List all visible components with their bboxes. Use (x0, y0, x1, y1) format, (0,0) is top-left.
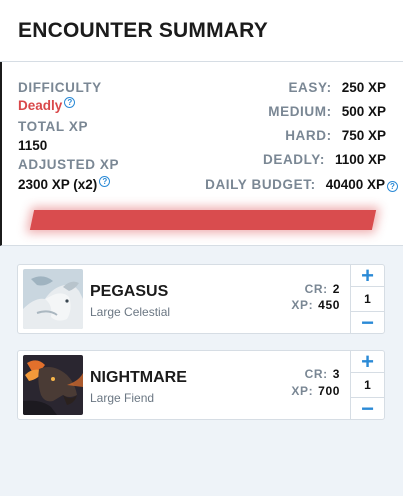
adjusted-xp-value: 2300 XP (x2)? (18, 176, 111, 192)
xp-label: XP: (291, 298, 314, 312)
threshold-easy: EASY: 250 XP (288, 80, 386, 95)
adjusted-xp-label: ADJUSTED XP (18, 157, 120, 172)
page-title: ENCOUNTER SUMMARY (18, 19, 268, 42)
monster-type: Large Celestial (90, 305, 171, 319)
increase-quantity-button[interactable]: + (351, 265, 384, 287)
cr-label: CR: (304, 282, 328, 296)
total-xp-label: TOTAL XP (18, 119, 89, 134)
cr-label: CR: (304, 367, 328, 381)
threshold-value: 1100 XP (334, 152, 386, 167)
cr-value: 2 (332, 282, 340, 296)
monster-cr: CR: 3 (305, 367, 340, 381)
xp-label: XP: (291, 384, 314, 398)
cr-value: 3 (332, 367, 340, 381)
xp-value: 450 (318, 298, 340, 312)
difficulty-label: DIFFICULTY (18, 80, 102, 95)
difficulty-bar-fill (29, 210, 377, 230)
threshold-label: EASY: (288, 80, 332, 95)
pegasus-portrait (23, 269, 83, 329)
total-xp-value: 1150 (18, 138, 48, 153)
monster-xp: XP: 450 (291, 298, 340, 312)
difficulty-help-icon[interactable]: ? (64, 97, 76, 108)
threshold-label: HARD: (285, 128, 332, 143)
quantity-value: 1 (364, 378, 371, 392)
monster-name: PEGASUS (90, 283, 169, 300)
difficulty-value: Deadly? (18, 97, 76, 113)
difficulty-bar (29, 210, 377, 232)
nightmare-portrait (23, 355, 83, 415)
decrease-quantity-button[interactable]: − (351, 311, 384, 334)
threshold-medium: MEDIUM: 500 XP (268, 104, 386, 119)
panel-header: ENCOUNTER SUMMARY (0, 0, 403, 62)
threshold-deadly: DEADLY: 1100 XP (263, 152, 386, 167)
threshold-value: 250 XP (341, 80, 386, 95)
monster-card-nightmare: NIGHTMARE Large Fiend CR: 3 XP: 700 + 1 − (17, 350, 385, 420)
adjusted-xp-help-icon[interactable]: ? (99, 176, 111, 187)
summary-section: DIFFICULTY Deadly? TOTAL XP 1150 ADJUSTE… (0, 62, 403, 246)
monster-cr: CR: 2 (305, 282, 340, 296)
decrease-quantity-button[interactable]: − (351, 397, 384, 420)
monster-card-pegasus: PEGASUS Large Celestial CR: 2 XP: 450 + 1 … (17, 264, 385, 334)
encounter-summary-panel: ENCOUNTER SUMMARY DIFFICULTY Deadly? TOT… (0, 0, 403, 496)
monster-xp: XP: 700 (291, 384, 340, 398)
threshold-value: 750 XP (341, 128, 386, 143)
quantity-stepper: + 1 − (350, 351, 384, 420)
threshold-label: DEADLY: (262, 152, 325, 167)
daily-budget: DAILY BUDGET: 40400 XP? (205, 177, 398, 192)
quantity-value: 1 (364, 292, 371, 306)
difficulty-text: Deadly (18, 98, 63, 113)
threshold-label: MEDIUM: (268, 104, 332, 119)
adjusted-xp-text: 2300 XP (x2) (18, 177, 98, 192)
threshold-value: 500 XP (341, 104, 386, 119)
daily-budget-help-icon[interactable]: ? (387, 181, 398, 192)
increase-quantity-button[interactable]: + (351, 351, 384, 373)
threshold-hard: HARD: 750 XP (285, 128, 386, 143)
xp-value: 700 (318, 384, 340, 398)
daily-budget-value: 40400 XP (325, 177, 385, 192)
daily-budget-label: DAILY BUDGET: (205, 177, 316, 192)
monster-name: NIGHTMARE (90, 369, 187, 386)
quantity-stepper: + 1 − (350, 265, 384, 334)
monster-type: Large Fiend (90, 391, 155, 405)
